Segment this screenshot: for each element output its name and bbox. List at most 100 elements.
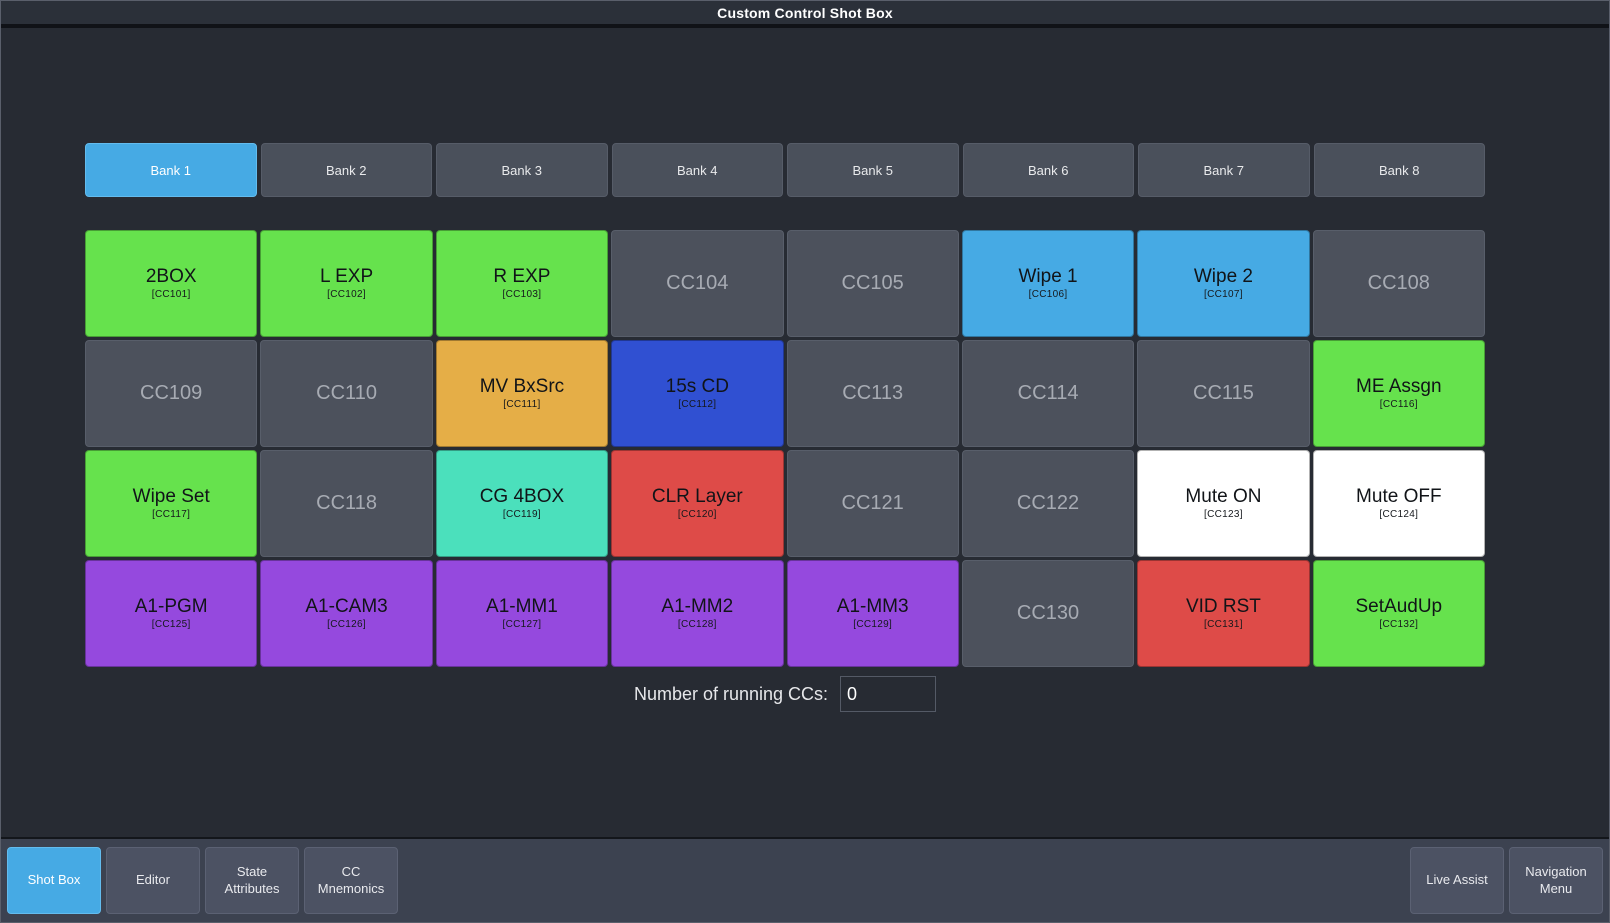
cc-button-CC122[interactable]: CC122 <box>961 450 1135 557</box>
cc-button-label: 15s CD <box>665 375 729 397</box>
cc-button-CC132[interactable]: SetAudUp [CC132] <box>1312 560 1485 667</box>
cc-button-CC129[interactable]: A1-MM3 [CC129] <box>786 560 959 667</box>
cc-button-label: CC113 <box>842 382 904 404</box>
cc-button-CC119[interactable]: CG 4BOX [CC119] <box>435 450 609 557</box>
bank-button-2[interactable]: Bank 2 <box>260 143 432 197</box>
toolbar-button-label: State Attributes <box>224 864 280 896</box>
cc-button-CC121[interactable]: CC121 <box>786 450 959 557</box>
cc-button-label: SetAudUp <box>1355 595 1443 617</box>
bank-button-label: Bank 5 <box>852 162 893 178</box>
cc-button-number: [CC126] <box>327 619 366 631</box>
cc-button-label: A1-PGM <box>134 595 208 617</box>
cc-button-CC116[interactable]: ME Assgn [CC116] <box>1312 340 1485 447</box>
cc-button-number: [CC103] <box>502 289 542 301</box>
bank-button-label: Bank 7 <box>1203 162 1244 178</box>
toolbar-button-label: CC Mnemonics <box>317 864 385 896</box>
cc-button-number: [CC120] <box>677 509 717 521</box>
running-cc-value[interactable]: 0 <box>840 676 937 712</box>
bottom-toolbar: Shot Box Editor State Attributes CC Mnemoni… <box>1 837 1609 922</box>
cc-button-CC126[interactable]: A1-CAM3 [CC126] <box>260 560 433 667</box>
cc-button-label: Wipe 1 <box>1018 265 1078 287</box>
cc-button-number: [CC119] <box>502 509 541 521</box>
main-content: Bank 1 Bank 2 Bank 3 Bank 4 Bank 5 Bank 6 Bank… <box>1 28 1609 837</box>
cc-button-CC117[interactable]: Wipe Set [CC117] <box>85 450 258 557</box>
cc-button-label: CC118 <box>316 492 377 514</box>
cc-button-number: [CC117] <box>152 509 191 521</box>
cc-button-CC125[interactable]: A1-PGM [CC125] <box>85 560 258 667</box>
cc-button-label: A1-MM3 <box>836 595 909 617</box>
cc-button-label: Wipe 2 <box>1193 265 1253 287</box>
cc-button-label: A1-MM2 <box>661 595 734 617</box>
toolbar-button-cc-mnemonics[interactable]: CC Mnemonics <box>304 847 398 914</box>
cc-button-CC107[interactable]: Wipe 2 [CC107] <box>1137 230 1310 337</box>
cc-button-number: [CC132] <box>1379 619 1419 631</box>
cc-button-CC114[interactable]: CC114 <box>961 340 1135 447</box>
bank-button-label: Bank 1 <box>150 162 191 178</box>
cc-button-CC109[interactable]: CC109 <box>85 340 258 447</box>
cc-button-number: [CC128] <box>677 619 717 631</box>
cc-button-number: [CC111] <box>503 399 541 411</box>
cc-button-label: VID RST <box>1185 595 1261 617</box>
toolbar-button-editor[interactable]: Editor <box>106 847 200 914</box>
cc-button-CC127[interactable]: A1-MM1 [CC127] <box>435 560 609 667</box>
cc-button-label: Wipe Set <box>132 485 210 507</box>
app-window: Custom Control Shot Box Bank 1 Bank 2 Bank… <box>0 0 1610 923</box>
bank-button-label: Bank 4 <box>677 162 718 178</box>
cc-button-CC110[interactable]: CC110 <box>260 340 433 447</box>
cc-button-label: CC105 <box>841 272 904 294</box>
cc-button-CC113[interactable]: CC113 <box>786 340 959 447</box>
cc-button-CC130[interactable]: CC130 <box>961 560 1135 667</box>
bank-button-label: Bank 6 <box>1028 162 1069 178</box>
toolbar-button-navigation-menu[interactable]: Navigation Menu <box>1509 847 1603 914</box>
bank-selector-row: Bank 1 Bank 2 Bank 3 Bank 4 Bank 5 Bank 6 Bank… <box>85 143 1485 197</box>
toolbar-right-group: Live Assist Navigation Menu <box>1410 847 1603 914</box>
bank-button-8[interactable]: Bank 8 <box>1313 143 1485 197</box>
cc-button-number: [CC107] <box>1204 289 1243 301</box>
cc-button-label: 2BOX <box>145 265 197 287</box>
cc-button-label: CC130 <box>1016 602 1080 624</box>
cc-button-CC101[interactable]: 2BOX [CC101] <box>85 230 258 337</box>
cc-button-label: ME Assgn <box>1356 375 1442 397</box>
toolbar-button-live-assist[interactable]: Live Assist <box>1410 847 1504 914</box>
cc-button-label: CC114 <box>1017 382 1079 404</box>
toolbar-button-state-attributes[interactable]: State Attributes <box>205 847 299 914</box>
bank-button-6[interactable]: Bank 6 <box>962 143 1134 197</box>
cc-button-number: [CC116] <box>1379 399 1418 411</box>
cc-button-number: [CC124] <box>1379 509 1419 521</box>
bank-button-5[interactable]: Bank 5 <box>787 143 959 197</box>
cc-button-CC128[interactable]: A1-MM2 [CC128] <box>611 560 784 667</box>
cc-button-CC111[interactable]: MV BxSrc [CC111] <box>435 340 609 447</box>
toolbar-button-shot-box[interactable]: Shot Box <box>7 847 101 914</box>
bank-button-label: Bank 3 <box>501 162 542 178</box>
cc-button-CC105[interactable]: CC105 <box>786 230 959 337</box>
cc-button-label: CC104 <box>666 272 729 294</box>
cc-button-CC112[interactable]: 15s CD [CC112] <box>611 340 784 447</box>
cc-button-CC104[interactable]: CC104 <box>611 230 784 337</box>
cc-button-CC120[interactable]: CLR Layer [CC120] <box>611 450 784 557</box>
cc-button-CC118[interactable]: CC118 <box>260 450 433 557</box>
cc-button-number: [CC127] <box>502 619 542 631</box>
cc-button-label: CC121 <box>841 492 904 514</box>
toolbar-button-label: Editor <box>136 872 170 888</box>
cc-button-number: [CC101] <box>151 289 191 301</box>
cc-button-CC103[interactable]: R EXP [CC103] <box>435 230 609 337</box>
bank-button-4[interactable]: Bank 4 <box>611 143 783 197</box>
toolbar-button-label: Live Assist <box>1426 872 1488 888</box>
bank-button-label: Bank 8 <box>1379 162 1420 178</box>
cc-button-label: MV BxSrc <box>479 375 565 397</box>
cc-button-CC115[interactable]: CC115 <box>1137 340 1310 447</box>
cc-button-CC108[interactable]: CC108 <box>1312 230 1485 337</box>
bank-button-7[interactable]: Bank 7 <box>1138 143 1310 197</box>
cc-button-label: R EXP <box>493 265 551 287</box>
bank-button-1[interactable]: Bank 1 <box>85 143 257 197</box>
cc-button-CC124[interactable]: Mute OFF [CC124] <box>1312 450 1485 557</box>
cc-button-CC106[interactable]: Wipe 1 [CC106] <box>961 230 1135 337</box>
cc-button-CC123[interactable]: Mute ON [CC123] <box>1137 450 1310 557</box>
bank-button-3[interactable]: Bank 3 <box>436 143 608 197</box>
cc-button-CC131[interactable]: VID RST [CC131] <box>1137 560 1310 667</box>
bank-button-label: Bank 2 <box>326 162 367 178</box>
cc-button-CC102[interactable]: L EXP [CC102] <box>260 230 433 337</box>
cc-button-label: CLR Layer <box>651 485 743 507</box>
cc-button-number: [CC106] <box>1028 289 1068 301</box>
toolbar-button-label: Shot Box <box>27 872 81 888</box>
